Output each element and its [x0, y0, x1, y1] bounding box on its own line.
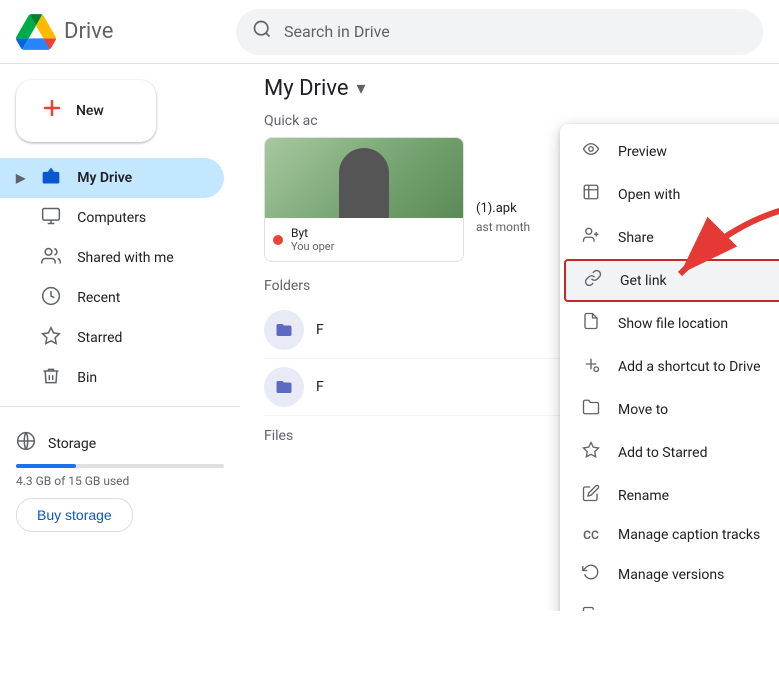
- drive-logo-icon: [16, 12, 56, 52]
- buy-storage-button[interactable]: Buy storage: [16, 498, 133, 532]
- sidebar-item-label: Recent: [77, 290, 120, 306]
- menu-label-show-location: Show file location: [618, 316, 779, 332]
- menu-item-show-location[interactable]: Show file location: [560, 302, 779, 345]
- storage-used-text: 4.3 GB of 15 GB used: [16, 474, 224, 488]
- folder-icon-2: [264, 367, 304, 407]
- menu-item-make-copy[interactable]: Make a copy: [560, 596, 779, 611]
- sidebar: New ▶ My Drive ▶ Computers ▶ Shared with…: [0, 64, 240, 611]
- storage-section: Storage 4.3 GB of 15 GB used Buy storage: [0, 415, 240, 540]
- apk-row: (1).apk: [476, 197, 530, 220]
- menu-item-open-with[interactable]: Open with ›: [560, 173, 779, 216]
- storage-icon: [16, 431, 36, 456]
- add-shortcut-icon: [580, 355, 602, 378]
- recent-icon: [41, 286, 61, 311]
- file-thumbnail: [265, 138, 463, 218]
- folder-name-2: F: [316, 379, 324, 395]
- menu-label-add-shortcut: Add a shortcut to Drive: [618, 359, 779, 375]
- sidebar-divider: [0, 406, 240, 407]
- move-to-icon: [580, 398, 602, 421]
- shared-icon: [41, 246, 61, 271]
- get-link-icon: [582, 269, 604, 292]
- expand-arrow-icon: ▶: [16, 171, 25, 185]
- sidebar-item-label: Starred: [77, 330, 122, 346]
- show-location-icon: [580, 312, 602, 335]
- menu-label-move-to: Move to: [618, 402, 779, 418]
- content-header: My Drive ▾: [240, 64, 779, 113]
- menu-label-manage-versions: Manage versions: [618, 567, 779, 583]
- storage-label: Storage: [16, 431, 224, 456]
- menu-item-move-to[interactable]: Move to: [560, 388, 779, 431]
- starred-icon: [41, 326, 61, 351]
- menu-item-add-shortcut[interactable]: Add a shortcut to Drive ?: [560, 345, 779, 388]
- search-icon: [252, 19, 272, 44]
- file-name: Byt: [291, 226, 334, 240]
- menu-item-share[interactable]: Share: [560, 216, 779, 259]
- storage-bar-background: [16, 464, 224, 468]
- manage-captions-icon: CC: [580, 528, 602, 542]
- apk-name: (1).apk: [476, 201, 517, 216]
- menu-item-manage-versions[interactable]: Manage versions: [560, 553, 779, 596]
- new-button[interactable]: New: [16, 80, 156, 142]
- apk-date: ast month: [476, 220, 530, 234]
- folder-icon: [264, 310, 304, 350]
- search-placeholder: Search in Drive: [284, 22, 390, 41]
- menu-label-share: Share: [618, 230, 779, 246]
- page-title: My Drive: [264, 76, 349, 101]
- menu-label-manage-captions: Manage caption tracks: [618, 527, 779, 543]
- sidebar-item-label: My Drive: [77, 170, 132, 186]
- menu-item-preview[interactable]: Preview: [560, 130, 779, 173]
- sidebar-item-recent[interactable]: ▶ Recent: [0, 278, 224, 318]
- new-button-label: New: [76, 103, 104, 119]
- sidebar-item-shared[interactable]: ▶ Shared with me: [0, 238, 224, 278]
- sidebar-item-starred[interactable]: ▶ Starred: [0, 318, 224, 358]
- menu-item-get-link[interactable]: Get link: [564, 259, 779, 302]
- open-with-icon: [580, 183, 602, 206]
- sidebar-item-label: Bin: [77, 370, 97, 386]
- add-starred-icon: [580, 441, 602, 464]
- computers-icon: [41, 206, 61, 231]
- search-bar[interactable]: Search in Drive: [236, 9, 763, 55]
- person-silhouette: [339, 148, 389, 218]
- apk-item[interactable]: (1).apk ast month: [476, 137, 530, 262]
- menu-item-rename[interactable]: Rename: [560, 474, 779, 517]
- share-icon: [580, 226, 602, 249]
- preview-icon: [580, 140, 602, 163]
- sidebar-item-label: Computers: [77, 210, 146, 226]
- sidebar-item-computers[interactable]: ▶ Computers: [0, 198, 224, 238]
- menu-label-rename: Rename: [618, 488, 779, 504]
- logo-area: Drive: [16, 12, 236, 52]
- make-copy-icon: [580, 606, 602, 611]
- menu-item-add-starred[interactable]: Add to Starred: [560, 431, 779, 474]
- storage-bar-fill: [16, 464, 76, 468]
- rename-icon: [580, 484, 602, 507]
- context-menu: Preview Open with › Share Get: [560, 124, 779, 611]
- app-title: Drive: [64, 19, 113, 44]
- my-drive-chevron-icon[interactable]: ▾: [357, 78, 366, 99]
- menu-label-preview: Preview: [618, 144, 779, 160]
- menu-label-open-with: Open with: [618, 187, 779, 203]
- menu-label-add-starred: Add to Starred: [618, 445, 779, 461]
- menu-label-get-link: Get link: [620, 273, 779, 289]
- main-content: My Drive ▾ Quick ac Byt You oper: [240, 64, 779, 611]
- header: Drive Search in Drive: [0, 0, 779, 64]
- folder-name: F: [316, 322, 324, 338]
- file-type-dot: [273, 235, 283, 245]
- bin-icon: [41, 366, 61, 391]
- sidebar-item-my-drive[interactable]: ▶ My Drive: [0, 158, 224, 198]
- file-card-footer: Byt You oper: [265, 218, 463, 261]
- file-date: You oper: [291, 240, 334, 253]
- sidebar-item-bin[interactable]: ▶ Bin: [0, 358, 224, 398]
- main-layout: New ▶ My Drive ▶ Computers ▶ Shared with…: [0, 64, 779, 611]
- plus-icon: [40, 96, 64, 126]
- sidebar-item-label: Shared with me: [77, 250, 173, 266]
- menu-item-manage-captions[interactable]: CC Manage caption tracks: [560, 517, 779, 553]
- file-card[interactable]: Byt You oper: [264, 137, 464, 262]
- manage-versions-icon: [580, 563, 602, 586]
- my-drive-icon: [41, 166, 61, 191]
